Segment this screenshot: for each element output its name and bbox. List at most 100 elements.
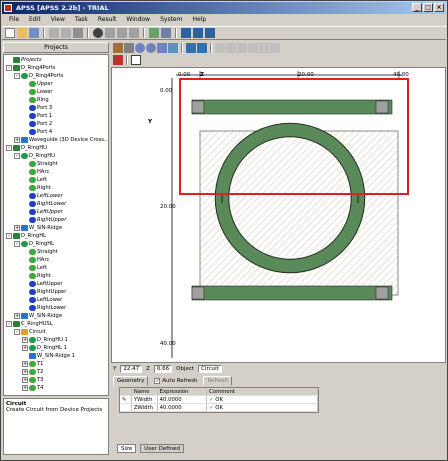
tree-node[interactable]: RightLower [22,200,66,208]
forward-arrow-icon[interactable] [117,28,127,38]
tree-node[interactable]: - D_Ring4Ports [14,72,64,80]
param-expression[interactable]: 40.0000 [158,404,208,411]
tree-node[interactable]: Lower [22,88,53,96]
copy-icon[interactable] [61,28,71,38]
collapse-icon[interactable]: - [14,73,20,79]
upper-waveguide[interactable] [191,99,393,115]
collapse-icon[interactable]: - [14,329,20,335]
project-tree[interactable]: Projects - D_Ring4Ports - D_Ring4Ports Upper L… [3,54,109,396]
tree-node[interactable]: Port 1 [22,112,52,120]
tree-node[interactable]: LeftUpper [22,208,63,216]
tree-node[interactable]: - D_RingHU [6,144,47,152]
draw-icon[interactable] [113,55,123,65]
menu-task[interactable]: Task [70,16,93,23]
table-row[interactable]: ✎ YWidth 40.0000 ✓ OK [120,396,318,404]
collapse-icon[interactable]: - [6,145,12,151]
window-tile-icon[interactable] [181,28,191,38]
tree-node[interactable]: - D_RingHL [6,232,46,240]
tree-node[interactable]: + D_RingHL 1 [22,344,67,352]
align-left-icon[interactable] [237,43,247,53]
tree-node[interactable]: + T2 [22,368,43,376]
tree-node[interactable]: LeftLower [22,296,62,304]
stop-icon[interactable] [129,28,139,38]
tree-node[interactable]: RightUpper [22,288,66,296]
tree-node[interactable]: Projects [6,56,42,64]
cut-icon[interactable] [49,28,59,38]
expand-icon[interactable]: + [22,337,28,343]
tree-node[interactable]: Port 4 [22,128,52,136]
tree-node[interactable]: - D_RingHL [14,240,54,248]
align-right-icon[interactable] [259,43,269,53]
align-center-icon[interactable] [248,43,258,53]
grid-icon[interactable] [197,43,207,53]
menu-window[interactable]: Window [121,16,155,23]
tree-node[interactable]: Straight [22,248,58,256]
close-button[interactable]: × [434,3,444,12]
open-folder-icon[interactable] [17,28,27,38]
zoom-in-icon[interactable] [135,43,145,53]
save-icon[interactable] [29,28,39,38]
expand-icon[interactable]: + [22,377,28,383]
tree-node[interactable]: Upper [22,80,53,88]
tools-icon[interactable] [161,28,171,38]
expand-icon[interactable]: + [22,361,28,367]
tree-node[interactable]: Right [22,272,51,280]
zoom-window-icon[interactable] [168,43,178,53]
param-expression[interactable]: 40.0000 [158,396,208,403]
tree-node[interactable]: RightLower [22,304,66,312]
collapse-icon[interactable]: - [14,241,20,247]
build-icon[interactable] [149,28,159,38]
tree-node[interactable]: HArc [22,168,49,176]
expand-icon[interactable]: + [14,137,20,143]
expand-icon[interactable]: + [22,369,28,375]
expand-icon[interactable]: + [14,225,20,231]
layout-canvas[interactable]: 0.00 20.00 40.00 Z 0.00 20.00 40.00 Y [111,67,446,363]
tree-node[interactable]: Left [22,264,47,272]
tab-geometry[interactable]: Geometry [113,375,149,386]
window-cascade-icon[interactable] [193,28,203,38]
settings-gear-icon[interactable] [93,28,103,38]
chart-icon[interactable] [186,43,196,53]
tree-node[interactable]: LeftLower [22,192,63,200]
undo-icon[interactable] [215,43,225,53]
collapse-icon[interactable]: - [6,321,12,327]
tree-node[interactable]: + T4 [22,384,43,392]
auto-refresh-checkbox[interactable]: ✓ Auto Refresh [154,377,197,384]
new-file-icon[interactable] [5,28,15,38]
tree-node[interactable]: RightUpper [22,216,66,224]
expand-icon[interactable]: + [22,345,28,351]
tree-node[interactable]: HArc [22,256,49,264]
refresh-button[interactable]: Refresh [203,375,233,386]
tree-node[interactable]: + Waveguide (3D Device Cross... [14,136,108,144]
tab-user-defined[interactable]: User Defined [140,444,185,453]
rectangle-icon[interactable] [131,55,141,65]
tree-node[interactable]: Port 2 [22,120,52,128]
menu-help[interactable]: Help [187,16,211,23]
distribute-icon[interactable] [270,43,280,53]
paste-icon[interactable] [73,28,83,38]
menu-edit[interactable]: Edit [24,16,46,23]
tree-node[interactable]: + D_RingHU 1 [22,336,68,344]
minimize-button[interactable]: _ [412,3,422,12]
zoom-fit-icon[interactable] [157,43,167,53]
menu-file[interactable]: File [4,16,24,23]
collapse-icon[interactable]: - [14,153,20,159]
tab-size[interactable]: Size [117,444,137,453]
zoom-out-icon[interactable] [146,43,156,53]
tree-node[interactable]: Left [22,176,47,184]
tree-node[interactable]: Straight [22,160,58,168]
table-row[interactable]: ZWidth 40.0000 ✓ OK [120,404,318,412]
expand-icon[interactable]: + [14,313,20,319]
tree-node[interactable]: + T1 [22,360,43,368]
collapse-icon[interactable]: - [6,233,12,239]
menu-view[interactable]: View [46,16,70,23]
maximize-button[interactable]: □ [423,3,433,12]
tree-node[interactable]: LeftUpper [22,280,62,288]
tree-node[interactable]: Port 3 [22,104,52,112]
tree-node[interactable]: + W_SiN-Ridge [14,224,62,232]
tree-node[interactable]: - D_Ring4Ports [6,64,56,72]
lower-waveguide[interactable] [191,285,393,301]
expand-icon[interactable]: + [22,385,28,391]
tree-node[interactable]: - C_RingHUSL [6,320,53,328]
tree-node[interactable]: Right [22,184,51,192]
